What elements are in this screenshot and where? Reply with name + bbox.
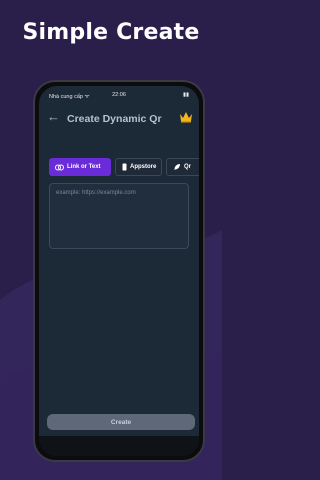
app-screen: Nhà cung cấp ᯤ 22:06 ▮▮ ← Create Dynamic…	[39, 86, 199, 456]
battery-indicator: ▮▮	[182, 92, 189, 98]
tab-label: Appstore	[130, 164, 157, 170]
link-icon	[55, 164, 64, 170]
bottom-bar	[39, 436, 199, 456]
tab-link-or-text[interactable]: Link or Text	[49, 158, 111, 176]
tab-qr[interactable]: Qr	[166, 158, 199, 176]
tab-label: Qr	[184, 164, 192, 170]
url-text-input[interactable]	[49, 183, 189, 249]
phone-icon	[122, 163, 127, 171]
arrow-left-icon[interactable]: ←	[47, 110, 61, 124]
rocket-icon	[174, 164, 180, 170]
phone-frame: Nhà cung cấp ᯤ 22:06 ▮▮ ← Create Dynamic…	[33, 80, 205, 462]
headline: Simple Create	[22, 20, 200, 45]
tab-appstore[interactable]: Appstore	[115, 158, 162, 176]
tab-label: Link or Text	[67, 164, 101, 170]
app-header: ← Create Dynamic Qr	[39, 104, 199, 132]
source-tabs: Link or Text Appstore Qr	[49, 158, 199, 176]
create-button[interactable]: Create	[47, 414, 195, 430]
page-title: Create Dynamic Qr	[67, 113, 162, 125]
status-time: 22:06	[112, 92, 126, 98]
crown-icon[interactable]	[179, 111, 193, 123]
status-bar: Nhà cung cấp ᯤ 22:06 ▮▮	[39, 86, 199, 104]
